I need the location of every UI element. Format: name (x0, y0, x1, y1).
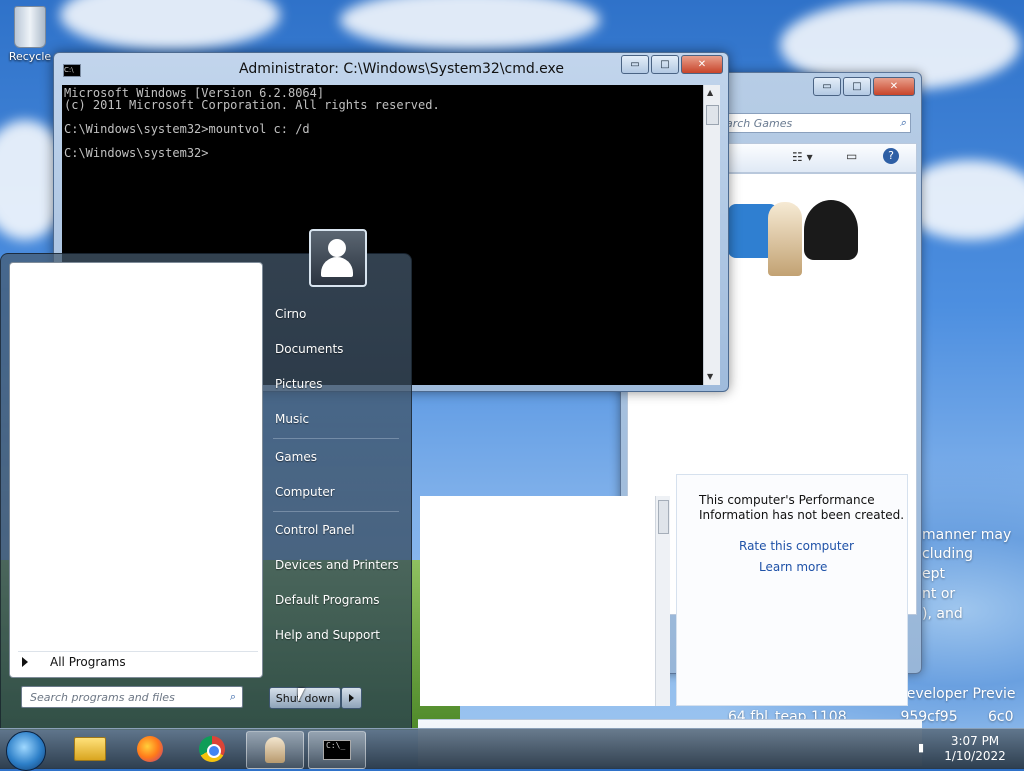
games-maximize-button[interactable]: □ (843, 77, 871, 96)
start-item-control-panel[interactable]: Control Panel (275, 523, 355, 537)
search-icon[interactable]: ⌕ (900, 116, 906, 130)
start-item-default-programs[interactable]: Default Programs (275, 593, 380, 607)
start-item-games[interactable]: Games (275, 450, 317, 464)
all-programs-label: All Programs (50, 655, 126, 669)
start-item-pictures[interactable]: Pictures (275, 377, 323, 391)
scroll-thumb[interactable] (706, 105, 719, 125)
start-menu-separator (273, 438, 399, 439)
preview-pane-icon[interactable]: ▭ (846, 149, 857, 163)
cmd-close-button[interactable]: ✕ (681, 55, 723, 74)
arrow-right-icon (349, 694, 354, 702)
start-search-input[interactable]: Search programs and files ⌕ (21, 686, 243, 708)
user-avatar[interactable] (309, 229, 367, 287)
watermark-line: manner may (922, 527, 1012, 543)
performance-text: This computer's Performance (699, 493, 875, 507)
build-watermark: Developer Previe (896, 686, 1016, 702)
view-options-icon[interactable]: ☷ ▾ (792, 150, 813, 164)
console-line: C:\Windows\system32> (64, 146, 209, 160)
taskbar-firefox-button[interactable] (122, 731, 178, 767)
start-item-computer[interactable]: Computer (275, 485, 335, 499)
arrow-right-icon (22, 657, 28, 667)
recycle-bin-desktop-icon[interactable]: Recycle (4, 6, 56, 63)
mouse-cursor (298, 688, 305, 702)
start-item-devices-printers[interactable]: Devices and Printers (275, 558, 399, 572)
start-menu-separator (273, 511, 399, 512)
chess-pawn-icon (768, 202, 802, 276)
console-line: C:\Windows\system32>mountvol c: /d (64, 122, 310, 136)
clock-time: 3:07 PM (950, 734, 1000, 748)
chrome-icon (199, 736, 225, 762)
taskbar-chrome-button[interactable] (184, 731, 240, 767)
taskbar: C:\_ ▮ 3:07 PM 1/10/2022 (0, 728, 1024, 771)
start-search-placeholder: Search programs and files (30, 690, 175, 704)
build-watermark: 6c0 (988, 709, 1014, 725)
shut-down-options-button[interactable] (341, 687, 362, 709)
search-icon[interactable]: ⌕ (230, 690, 236, 704)
taskbar-explorer-button[interactable] (62, 731, 118, 767)
games-minimize-button[interactable]: ▭ (813, 77, 841, 96)
rate-this-computer-link[interactable]: Rate this computer (739, 539, 854, 553)
cmd-maximize-button[interactable]: □ (651, 55, 679, 74)
start-item-documents[interactable]: Documents (275, 342, 343, 356)
start-item-music[interactable]: Music (275, 412, 309, 426)
games-search-input[interactable]: arch Games ⌕ (721, 113, 911, 133)
network-tray-icon[interactable]: ▮ (918, 741, 930, 755)
performance-text: Information has not been created. (699, 508, 905, 522)
cmd-minimize-button[interactable]: ▭ (621, 55, 649, 74)
recycle-bin-label: Recycle (8, 50, 52, 63)
clock-date: 1/10/2022 (944, 749, 1006, 763)
taskbar-cmd-button[interactable]: C:\_ (308, 731, 366, 769)
start-item-help-support[interactable]: Help and Support (275, 628, 380, 642)
all-programs-button[interactable]: All Programs (18, 651, 258, 672)
spade-icon (804, 200, 858, 260)
watermark-line: cluding (922, 546, 973, 562)
watermark-line: nt or (922, 586, 956, 602)
games-list-scrollbar[interactable] (655, 496, 670, 706)
cmd-vertical-scrollbar[interactable]: ▲ ▼ (703, 85, 720, 385)
games-icon (265, 737, 285, 763)
games-close-button[interactable]: ✕ (873, 77, 915, 96)
taskbar-games-button[interactable] (246, 731, 304, 769)
console-line: (c) 2011 Microsoft Corporation. All righ… (64, 98, 440, 112)
start-item-cirno[interactable]: Cirno (275, 307, 306, 321)
start-button[interactable] (6, 731, 46, 771)
cmd-window-icon[interactable]: C:\ (63, 64, 81, 77)
cmd-caption-buttons: ▭ □ ✕ (621, 55, 723, 74)
folder-icon (74, 737, 106, 761)
games-caption-buttons: ▭ □ ✕ (813, 77, 915, 96)
games-list-area (420, 496, 670, 706)
shut-down-button[interactable]: Shut down (269, 687, 341, 709)
watermark-line: ), and (922, 606, 963, 622)
games-search-placeholder: arch Games (726, 116, 793, 130)
firefox-icon (137, 736, 163, 762)
cmd-icon: C:\_ (323, 740, 351, 760)
start-menu: All Programs Search programs and files ⌕… (0, 229, 412, 729)
taskbar-clock[interactable]: 3:07 PM 1/10/2022 (938, 734, 1012, 764)
start-menu-programs-pane: All Programs (9, 262, 263, 678)
help-icon[interactable]: ? (883, 148, 899, 164)
recycle-bin-icon (14, 6, 46, 48)
watermark-line: ept (922, 566, 945, 582)
scroll-up-icon[interactable]: ▲ (707, 88, 713, 97)
learn-more-link[interactable]: Learn more (759, 560, 827, 574)
scroll-down-icon[interactable]: ▼ (707, 372, 713, 381)
cmd-window-title: Administrator: C:\Windows\System32\cmd.e… (239, 61, 565, 77)
performance-panel: This computer's Performance Information … (676, 474, 908, 706)
